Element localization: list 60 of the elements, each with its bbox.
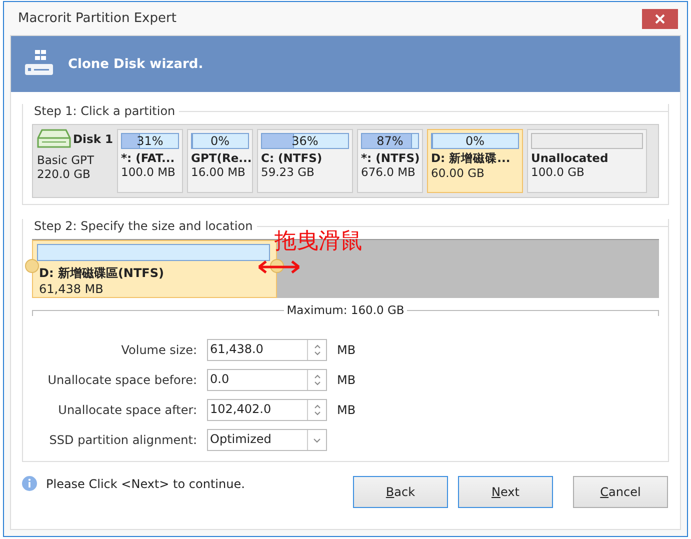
partition-tile[interactable]: 31% *: (FAT... 100.0 MB bbox=[117, 129, 183, 193]
chevron-down-icon bbox=[313, 438, 321, 442]
group-label: Step 1: Click a partition bbox=[33, 104, 176, 118]
info-icon bbox=[22, 476, 37, 491]
field-label: Unallocate space before: bbox=[46, 373, 197, 387]
disk-icon bbox=[24, 50, 54, 78]
partition-name: D: 新增磁碟區(NTFS) bbox=[39, 265, 165, 282]
window-title: Macrorit Partition Expert bbox=[18, 11, 176, 26]
partition-tile[interactable]: 0% D: 新增磁碟... 60.00 GB bbox=[427, 129, 523, 193]
number-field[interactable]: 61,438.0 bbox=[207, 339, 327, 361]
partition-name: D: 新增磁碟... bbox=[431, 151, 512, 166]
partition-size: 676.0 MB bbox=[361, 165, 416, 179]
partition-size: 100.0 GB bbox=[531, 165, 586, 179]
field-label: SSD partition alignment: bbox=[48, 433, 197, 447]
resize-handle[interactable] bbox=[25, 259, 39, 273]
partition-tile[interactable]: 36% C: (NTFS) 59.23 GB bbox=[257, 129, 353, 193]
field-label: Volume size: bbox=[120, 343, 197, 357]
number-field[interactable]: 0.0 bbox=[207, 369, 327, 391]
close-button[interactable] bbox=[642, 8, 678, 28]
partition-size: 60.00 GB bbox=[431, 166, 486, 180]
unit-label: MB bbox=[337, 403, 356, 417]
number-field[interactable]: 102,402.0 bbox=[207, 399, 327, 421]
partition-name: GPT(Re... bbox=[191, 151, 249, 165]
dialog-button[interactable]: Back bbox=[353, 476, 448, 508]
partition-size: 100.0 MB bbox=[121, 165, 176, 179]
disk-name: Disk 1 bbox=[73, 132, 113, 146]
disk-size: 220.0 GB bbox=[37, 167, 92, 181]
usage-bar: 36% bbox=[261, 133, 349, 149]
annotation-text: 拖曳滑鼠 bbox=[274, 228, 363, 256]
dialog-button[interactable]: Cancel bbox=[573, 476, 668, 508]
dropdown[interactable]: Optimized bbox=[207, 429, 327, 451]
usage-bar: 0% bbox=[431, 133, 519, 149]
group-label: Step 2: Specify the size and location bbox=[33, 219, 253, 233]
partition-tile[interactable]: 0% GPT(Re... 16.00 MB bbox=[187, 129, 253, 193]
partition-size: 59.23 GB bbox=[261, 165, 316, 179]
unit-label: MB bbox=[337, 343, 356, 357]
close-icon bbox=[655, 14, 665, 24]
spinner-arrows-icon bbox=[314, 344, 320, 356]
double-arrow-icon bbox=[256, 260, 301, 274]
hint-text: Please Click <Next> to continue. bbox=[46, 477, 245, 491]
partition-size: 16.00 MB bbox=[191, 165, 246, 179]
spinner-arrows-icon bbox=[314, 374, 320, 386]
partition-name: Unallocated bbox=[531, 151, 610, 165]
dialog-button[interactable]: Next bbox=[458, 476, 553, 508]
wizard-title: Clone Disk wizard. bbox=[68, 56, 204, 72]
partition-name: *: (NTFS) bbox=[361, 151, 419, 165]
field-label: Unallocate space after: bbox=[57, 403, 197, 417]
partition-tile[interactable]: 87% *: (NTFS) 676.0 MB bbox=[357, 129, 423, 193]
usage-bar: 87% bbox=[361, 133, 419, 149]
partition-size: 61,438 MB bbox=[39, 282, 104, 296]
partition-name: C: (NTFS) bbox=[261, 151, 324, 165]
partition-tile[interactable]: Unallocated 100.0 GB bbox=[527, 129, 647, 193]
maximum-label: Maximum: 160.0 GB bbox=[286, 303, 404, 317]
usage-bar: 0% bbox=[191, 133, 249, 149]
disk-type: Basic GPT bbox=[37, 153, 95, 167]
hard-drive-icon bbox=[37, 129, 71, 149]
partition-name: *: (FAT... bbox=[121, 151, 176, 165]
usage-bar: 31% bbox=[121, 133, 179, 149]
unit-label: MB bbox=[337, 373, 356, 387]
spinner-arrows-icon bbox=[314, 404, 320, 416]
